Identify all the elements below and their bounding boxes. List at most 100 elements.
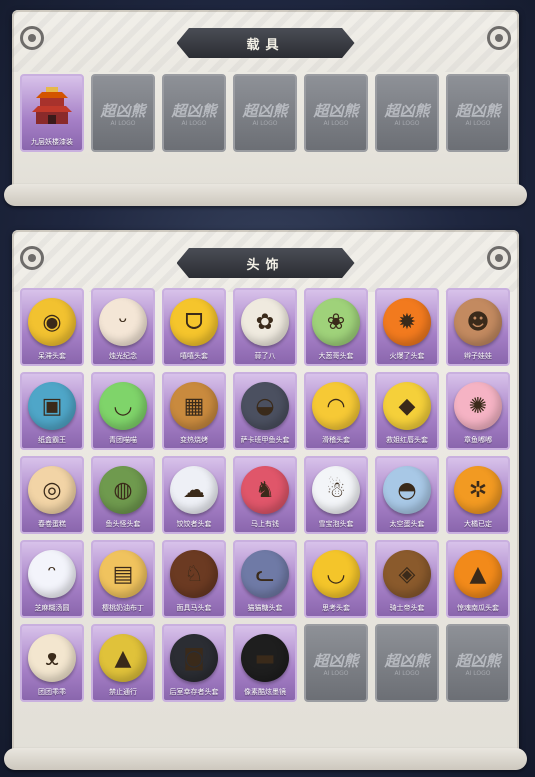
placeholder-logo: 超凶熊 [100, 102, 146, 120]
ornament-left-icon [20, 26, 44, 50]
collection-item-card[interactable]: ✲ 大橘已定 [446, 456, 510, 534]
placeholder-logo: 超凶熊 [171, 102, 217, 120]
placeholder-sub-label: AI LOGO [181, 120, 207, 127]
item-name-label: 思考头套 [322, 604, 350, 612]
collection-item-card[interactable]: ▣ 纸盒霸王 [20, 372, 84, 450]
locked-item-card[interactable]: 超凶熊 AI LOGO [162, 74, 226, 152]
item-name-label: 太空蛋头套 [389, 520, 425, 528]
placeholder-sub-label: AI LOGO [252, 120, 278, 127]
candle-face-icon: ᵕ [99, 298, 147, 346]
collection-item-card[interactable]: ♞ 马上有钱 [233, 456, 297, 534]
locked-item-card[interactable]: 超凶熊 AI LOGO [91, 74, 155, 152]
locked-item-card[interactable]: 超凶熊 AI LOGO [304, 624, 368, 702]
headwear-grid: ◉ 呆滞头套 ᵕ 烛光纪念 ᗜ 嘻嘻头套 ✿ 蒜了八 ❀ 大葱哥头套 ✹ 火爆了头套 ☻ 辫子娃娃 ▣ 纸盒霸… [20, 288, 510, 702]
placeholder-sub-label: AI LOGO [323, 120, 349, 127]
locked-item-card[interactable]: 超凶熊 AI LOGO [375, 624, 439, 702]
collection-item-card[interactable]: ◈ 骑士帝头套 [375, 540, 439, 618]
collection-item-card[interactable]: ᓚ 猫猫糖头套 [233, 540, 297, 618]
collection-item-card[interactable]: ◙ 后室幸存者头套 [162, 624, 226, 702]
item-name-label: 饺饺者头套 [176, 520, 212, 528]
ornament-right-icon [487, 246, 511, 270]
item-name-label: 大橘已定 [464, 520, 492, 528]
item-name-label: 后室幸存者头套 [169, 688, 219, 696]
headwear-panel: 头饰 ◉ 呆滞头套 ᵕ 烛光纪念 ᗜ 嘻嘻头套 ✿ 蒜了八 ❀ 大葱哥头套 ✹ 火爆了头套 ☻ 辫子娃娃 ▣… [4, 230, 527, 770]
placeholder-logo: 超凶熊 [384, 102, 430, 120]
smirk-face-icon: ◠ [312, 382, 360, 430]
collection-item-card[interactable]: ☻ 辫子娃娃 [446, 288, 510, 366]
locked-item-card[interactable]: 超凶熊 AI LOGO [233, 74, 297, 152]
ornament-left-icon [20, 246, 44, 270]
collection-item-card[interactable]: ᴥ 团团乖乖 [20, 624, 84, 702]
placeholder-logo: 超凶熊 [313, 102, 359, 120]
collection-item-card[interactable]: ❀ 大葱哥头套 [304, 288, 368, 366]
collection-item-card[interactable]: ᗜ 嘻嘻头套 [162, 288, 226, 366]
ornament-right-icon [487, 26, 511, 50]
locked-item-card[interactable]: 超凶熊 AI LOGO [304, 74, 368, 152]
collection-item-card[interactable]: ◍ 鱼头怪头套 [91, 456, 155, 534]
collection-item-card[interactable]: ▤ 樱桃奶油布丁 [91, 540, 155, 618]
item-name-label: 嘻嘻头套 [180, 352, 208, 360]
green-bun-icon: ◡ [99, 382, 147, 430]
pumpkin-icon: ▲ [454, 550, 502, 598]
locked-item-card[interactable]: 超凶熊 AI LOGO [446, 624, 510, 702]
collection-item-card[interactable]: ✺ 章鱼嘟嘟 [446, 372, 510, 450]
collection-item-card[interactable]: ◡ 思考头套 [304, 540, 368, 618]
item-name-label: 呆滞头套 [38, 352, 66, 360]
collection-item-card[interactable]: ◉ 呆滞头套 [20, 288, 84, 366]
pudding-icon: ▤ [99, 550, 147, 598]
vehicle-panel: 载具 九层妖楼漆装 超凶熊 AI LOGO 超凶熊 AI LOGO 超凶熊 AI LOGO 超… [4, 10, 527, 206]
placeholder-logo: 超凶熊 [242, 102, 288, 120]
item-name-label: 像素酷炫墨镜 [244, 688, 286, 696]
item-name-label: 变热烧烤 [180, 436, 208, 444]
locked-item-card[interactable]: 超凶熊 AI LOGO [375, 74, 439, 152]
collection-item-card[interactable]: ♘ 面具马头套 [162, 540, 226, 618]
item-name-label: 樱桃奶油布丁 [102, 604, 144, 612]
item-name-label: 火爆了头套 [389, 352, 425, 360]
hamster-icon: ᴥ [28, 634, 76, 682]
collection-item-card[interactable]: ◒ 萨卡班甲鱼头套 [233, 372, 297, 450]
locked-item-card[interactable]: 超凶熊 AI LOGO [446, 74, 510, 152]
item-name-label: 禁止通行 [109, 688, 137, 696]
collection-item-card[interactable]: ◡ 青团喵喵 [91, 372, 155, 450]
collection-item-card[interactable]: ▲ 惊魂南瓜头套 [446, 540, 510, 618]
collection-item-card[interactable]: ◓ 太空蛋头套 [375, 456, 439, 534]
gas-mask-icon: ◙ [170, 634, 218, 682]
item-name-label: 猫猫糖头套 [247, 604, 283, 612]
dog-sunglasses-icon: ◈ [383, 550, 431, 598]
collection-item-card[interactable]: ▦ 变热烧烤 [162, 372, 226, 450]
shark-ghost-icon: ◓ [383, 466, 431, 514]
collection-item-card[interactable]: ✹ 火爆了头套 [375, 288, 439, 366]
item-name-label: 救姐红唇头套 [386, 436, 428, 444]
fish-monster-icon: ◍ [99, 466, 147, 514]
pixel-sunglasses-icon: ▬ [241, 634, 289, 682]
item-name-label: 团团乖乖 [38, 688, 66, 696]
item-name-label: 章鱼嘟嘟 [464, 436, 492, 444]
collection-item-card[interactable]: ▬ 像素酷炫墨镜 [233, 624, 297, 702]
collection-item-card[interactable]: ☃ 雪宝泡头套 [304, 456, 368, 534]
octopus-icon: ✺ [454, 382, 502, 430]
collection-item-card[interactable]: ᵔ 芝麻糊汤圆 [20, 540, 84, 618]
item-name-label: 辫子娃娃 [464, 352, 492, 360]
collection-item-card[interactable]: 九层妖楼漆装 [20, 74, 84, 152]
placeholder-logo: 超凶熊 [384, 652, 430, 670]
item-name-label: 青团喵喵 [109, 436, 137, 444]
placeholder-logo: 超凶熊 [313, 652, 359, 670]
item-name-label: 滑稽头套 [322, 436, 350, 444]
collection-item-card[interactable]: ◎ 春卷蛋糕 [20, 456, 84, 534]
placeholder-logo: 超凶熊 [455, 652, 501, 670]
collection-item-card[interactable]: ◠ 滑稽头套 [304, 372, 368, 450]
item-name-label: 马上有钱 [251, 520, 279, 528]
collection-item-card[interactable]: ◆ 救姐红唇头套 [375, 372, 439, 450]
collection-item-card[interactable]: ☁ 饺饺者头套 [162, 456, 226, 534]
collection-item-card[interactable]: ᵕ 烛光纪念 [91, 288, 155, 366]
cat-face-icon: ᓚ [241, 550, 289, 598]
fire-face-icon: ✹ [383, 298, 431, 346]
placeholder-sub-label: AI LOGO [394, 670, 420, 677]
vehicle-grid: 九层妖楼漆装 超凶熊 AI LOGO 超凶熊 AI LOGO 超凶熊 AI LOGO 超凶熊 A… [20, 74, 510, 152]
item-name-label: 九层妖楼漆装 [31, 138, 73, 146]
grin-face-icon: ᗜ [170, 298, 218, 346]
item-name-label: 芝麻糊汤圆 [34, 604, 70, 612]
collection-item-card[interactable]: ✿ 蒜了八 [233, 288, 297, 366]
collection-item-card[interactable]: ▲ 禁止通行 [91, 624, 155, 702]
traffic-cone-icon: ▲ [99, 634, 147, 682]
